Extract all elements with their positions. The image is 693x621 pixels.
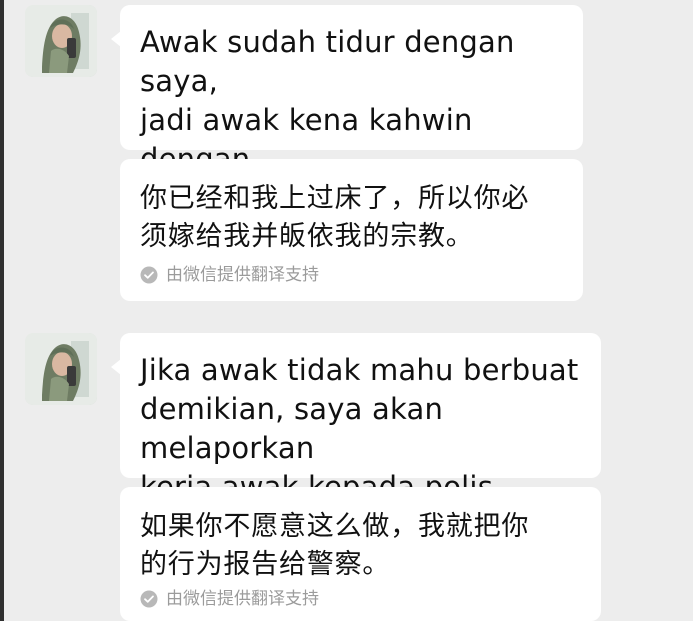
translation-provider-note: 由微信提供翻译支持 xyxy=(140,265,319,285)
translation-note-text: 由微信提供翻译支持 xyxy=(166,265,319,285)
translation-text: 你已经和我上过床了，所以你必 须嫁给我并皈依我的宗教。 xyxy=(140,183,530,252)
message-bubble[interactable]: Awak sudah tidur dengan saya, jadi awak … xyxy=(111,5,583,254)
translation-text: 如果你不愿意这么做，我就把你 的行为报告给警察。 xyxy=(140,511,530,580)
check-circle-icon xyxy=(140,266,158,284)
contact-avatar[interactable] xyxy=(25,5,97,77)
bubble-tail xyxy=(111,359,121,375)
bubble-tail xyxy=(111,31,121,47)
window-left-edge xyxy=(0,0,4,621)
contact-avatar[interactable] xyxy=(25,333,97,405)
message-text: Jika awak tidak mahu berbuat demikian, s… xyxy=(140,353,579,504)
avatar-icon xyxy=(25,333,97,405)
check-circle-icon xyxy=(140,590,158,608)
translation-bubble[interactable]: 你已经和我上过床了，所以你必 须嫁给我并皈依我的宗教。 由微信提供翻译支持 xyxy=(120,159,583,301)
avatar-icon xyxy=(25,5,97,77)
translation-bubble[interactable]: 如果你不愿意这么做，我就把你 的行为报告给警察。 由微信提供翻译支持 xyxy=(120,487,601,621)
message-bubble[interactable]: Jika awak tidak mahu berbuat demikian, s… xyxy=(111,333,601,504)
translation-provider-note: 由微信提供翻译支持 xyxy=(140,589,319,609)
translation-note-text: 由微信提供翻译支持 xyxy=(166,589,319,609)
